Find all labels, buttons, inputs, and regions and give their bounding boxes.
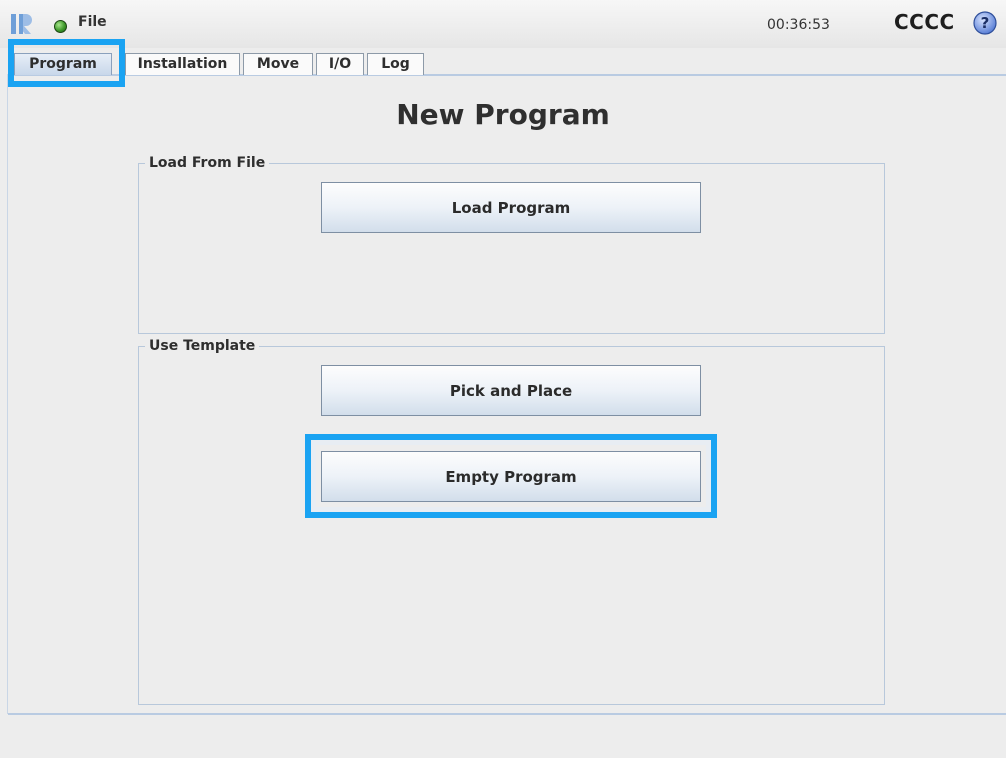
tab-installation[interactable]: Installation — [125, 53, 240, 75]
help-icon[interactable]: ? — [973, 11, 997, 35]
use-template-label: Use Template — [145, 338, 260, 354]
clock: 00:36:53 — [767, 17, 830, 33]
pick-and-place-button[interactable]: Pick and Place — [321, 365, 701, 416]
content-left-border — [7, 74, 8, 714]
top-bar: File 00:36:53 CCCC ? — [0, 0, 1006, 48]
tab-program[interactable]: Program — [14, 53, 112, 75]
page-title: New Program — [396, 98, 610, 131]
robot-name: CCCC — [894, 10, 955, 34]
tab-log[interactable]: Log — [367, 53, 424, 75]
load-program-button[interactable]: Load Program — [321, 182, 701, 233]
load-from-file-label: Load From File — [145, 155, 270, 171]
ur-logo-icon — [11, 14, 32, 34]
tab-io[interactable]: I/O — [316, 53, 364, 75]
footer-divider — [8, 713, 1006, 715]
status-dot-icon — [54, 20, 67, 33]
help-symbol: ? — [981, 14, 990, 32]
tab-move[interactable]: Move — [243, 53, 313, 75]
empty-program-button[interactable]: Empty Program — [321, 451, 701, 502]
file-menu[interactable]: File — [78, 14, 107, 30]
